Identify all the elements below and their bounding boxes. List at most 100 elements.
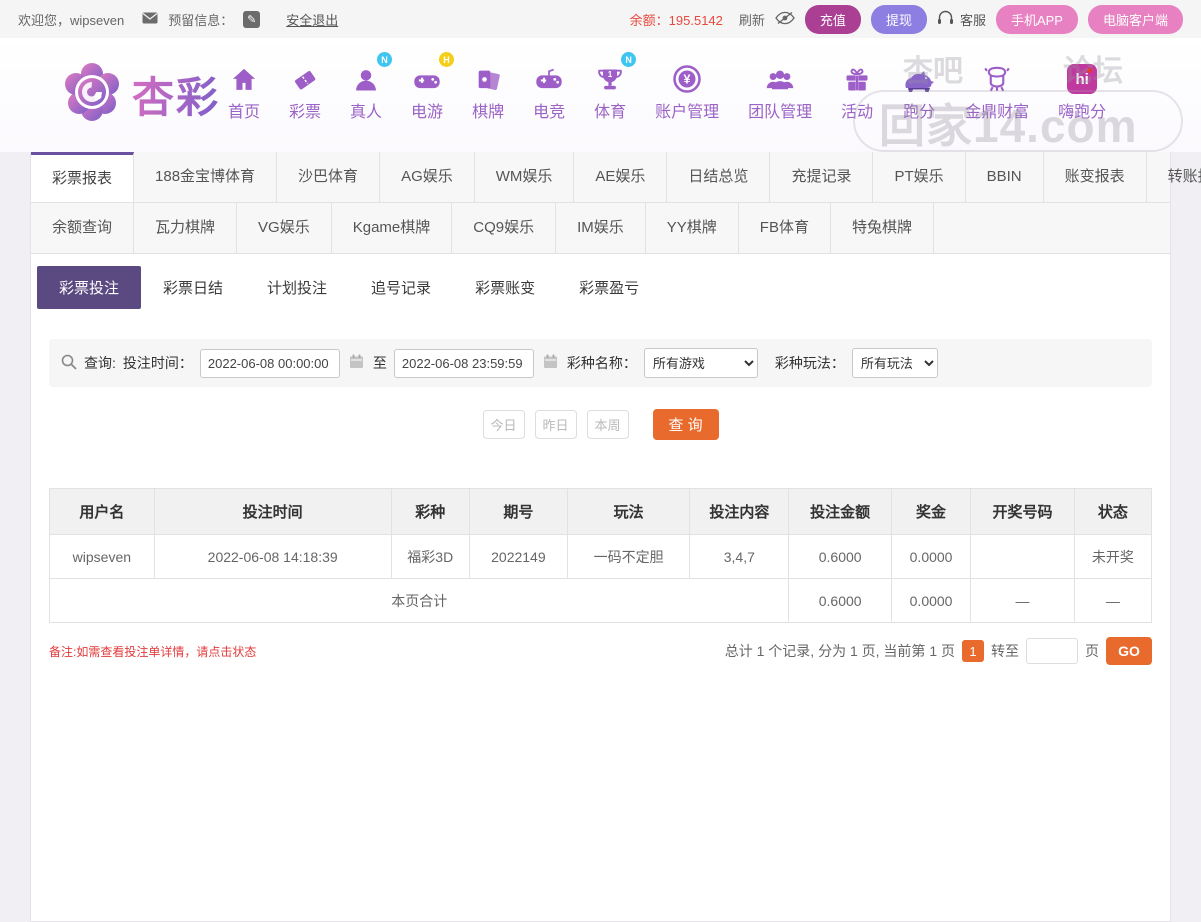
- subtab-lottery-pnl[interactable]: 彩票盈亏: [557, 266, 661, 309]
- cell-prize: 0.0000: [890, 534, 972, 579]
- balance-text: 余额：195.5142: [629, 12, 723, 28]
- subtab-chase-records[interactable]: 追号记录: [349, 266, 453, 309]
- pagination: 总计 1 个记录, 分为 1 页, 当前第 1 页 1 转至 页 GO: [725, 637, 1152, 665]
- cell-status-link[interactable]: 未开奖: [1073, 534, 1153, 579]
- summary-bet-total: 0.6000: [788, 578, 892, 623]
- tab-yy-chess[interactable]: YY棋牌: [646, 203, 739, 253]
- today-button[interactable]: 今日: [482, 410, 525, 439]
- tab-daily-summary[interactable]: 日结总览: [667, 152, 771, 202]
- tab-cq9-entertainment[interactable]: CQ9娱乐: [452, 203, 557, 253]
- cell-play: 一码不定胆: [566, 534, 691, 579]
- nav-lottery[interactable]: 彩票: [289, 56, 321, 122]
- reserved-info-label: 预留信息：: [168, 12, 234, 28]
- new-badge: N: [377, 52, 393, 67]
- table-footer-row: 备注:如需查看投注单详情，请点击状态 总计 1 个记录, 分为 1 页, 当前第…: [49, 637, 1152, 665]
- query-label: 查询:: [84, 355, 116, 371]
- go-button[interactable]: GO: [1106, 637, 1152, 665]
- tab-bbin[interactable]: BBIN: [966, 152, 1044, 202]
- lottery-name-select[interactable]: 所有游戏: [643, 348, 758, 378]
- nav-paofen[interactable]: 跑分: [902, 56, 936, 122]
- col-prize: 奖金: [890, 488, 972, 535]
- tab-account-change-report[interactable]: 账变报表: [1044, 152, 1147, 202]
- refresh-link[interactable]: 刷新: [739, 10, 765, 29]
- tab-pt-entertainment[interactable]: PT娱乐: [873, 152, 966, 202]
- tab-ag-entertainment[interactable]: AG娱乐: [380, 152, 475, 202]
- search-icon: [61, 354, 77, 373]
- tab-transfer-report[interactable]: 转账报表: [1147, 152, 1201, 202]
- nav-promos[interactable]: 活动: [841, 56, 873, 122]
- service-link[interactable]: 客服: [960, 10, 986, 29]
- cell-bet-amount: 0.6000: [788, 534, 892, 579]
- calendar-icon[interactable]: [349, 354, 364, 372]
- withdraw-button[interactable]: 提现: [870, 4, 927, 34]
- goto-page-input[interactable]: [1026, 638, 1078, 664]
- nav-hi-paofen[interactable]: hi 嗨跑分: [1058, 56, 1106, 122]
- home-icon: [230, 56, 258, 94]
- bets-table: 用户名 投注时间 彩种 期号 玩法 投注内容 投注金额 奖金 开奖号码 状态 w…: [48, 488, 1153, 623]
- pc-client-button[interactable]: 电脑客户端: [1087, 4, 1183, 34]
- tab-vg-entertainment[interactable]: VG娱乐: [237, 203, 332, 253]
- tab-balance-query[interactable]: 余额查询: [31, 203, 135, 253]
- site-logo[interactable]: 杏彩: [62, 62, 220, 127]
- trophy-icon: 1 N: [596, 52, 637, 94]
- subtab-lottery-daily[interactable]: 彩票日结: [141, 266, 245, 309]
- this-week-button[interactable]: 本周: [586, 410, 629, 439]
- play-select[interactable]: 所有玩法: [851, 348, 938, 378]
- headphones-icon[interactable]: [937, 10, 954, 28]
- logout-link[interactable]: 安全退出: [286, 10, 338, 29]
- summary-status-dash: —: [1073, 578, 1153, 623]
- subtab-lottery-bets[interactable]: 彩票投注: [37, 266, 142, 309]
- yesterday-button[interactable]: 昨日: [534, 410, 577, 439]
- time-to-input[interactable]: [393, 348, 534, 378]
- tab-kgame-chess[interactable]: Kgame棋牌: [332, 203, 453, 253]
- tab-fb-sports[interactable]: FB体育: [739, 203, 831, 253]
- tab-deposit-withdraw-records[interactable]: 充提记录: [770, 152, 874, 202]
- edit-icon[interactable]: ✎: [243, 10, 261, 28]
- topbar: 欢迎您，wipseven 预留信息： ✎ 安全退出 余额：195.5142 刷新…: [0, 0, 1201, 38]
- calendar-icon[interactable]: [543, 354, 558, 372]
- tab-188jbb-sports[interactable]: 188金宝博体育: [134, 152, 278, 202]
- envelope-icon[interactable]: [142, 12, 158, 27]
- nav-esports[interactable]: 电竞: [533, 56, 565, 122]
- tab-wali-chess[interactable]: 瓦力棋牌: [134, 203, 238, 253]
- rhino-icon: [902, 56, 936, 94]
- eye-slash-icon[interactable]: [775, 11, 795, 28]
- tab-shaba-sports[interactable]: 沙巴体育: [277, 152, 381, 202]
- new-badge: N: [621, 52, 637, 67]
- subtab-plan-bets[interactable]: 计划投注: [245, 266, 349, 309]
- filter-bar: 查询: 投注时间： 至 彩种名称： 所有游戏 彩种玩法： 所有玩法: [49, 339, 1152, 387]
- tab-tetu-chess[interactable]: 特兔棋牌: [831, 203, 934, 253]
- col-bet-amount: 投注金额: [788, 488, 892, 535]
- tab-ae-entertainment[interactable]: AE娱乐: [574, 152, 668, 202]
- summary-draw-dash: —: [970, 578, 1075, 623]
- nav-team-mgmt[interactable]: 团队管理: [748, 56, 812, 122]
- ticket-icon: [291, 56, 319, 94]
- report-tabs-row1: 彩票报表 188金宝博体育 沙巴体育 AG娱乐 WM娱乐 AE娱乐 日结总览 充…: [31, 152, 1201, 203]
- cell-username: wipseven: [49, 534, 155, 579]
- svg-text:¥: ¥: [684, 72, 691, 86]
- mobile-app-button[interactable]: 手机APP: [995, 4, 1078, 34]
- to-label: 至: [372, 355, 387, 371]
- goto-label: 转至: [991, 643, 1019, 659]
- tab-lottery-report[interactable]: 彩票报表: [31, 152, 135, 202]
- nav-account-mgmt[interactable]: ¥ 账户管理: [655, 56, 719, 122]
- cell-draw-number: [970, 534, 1075, 579]
- search-button[interactable]: 查 询: [652, 409, 719, 440]
- summary-row: 本页合计 0.6000 0.0000 — —: [48, 578, 1153, 623]
- tab-wm-entertainment[interactable]: WM娱乐: [475, 152, 575, 202]
- nav-home[interactable]: 首页: [228, 56, 260, 122]
- nav-live[interactable]: N 真人: [350, 52, 393, 122]
- nav-sports[interactable]: 1 N 体育: [594, 52, 637, 122]
- nav-jinding-wealth[interactable]: 金鼎财富: [965, 56, 1029, 122]
- gift-icon: [843, 56, 871, 94]
- time-from-input[interactable]: [199, 348, 340, 378]
- nav-egames[interactable]: H 电游: [411, 52, 455, 122]
- subtab-lottery-account-change[interactable]: 彩票账变: [453, 266, 557, 309]
- tab-im-entertainment[interactable]: IM娱乐: [556, 203, 646, 253]
- cell-issue: 2022149: [468, 534, 568, 579]
- summary-prize-total: 0.0000: [890, 578, 972, 623]
- welcome-text: 欢迎您，wipseven: [18, 12, 125, 28]
- recharge-button[interactable]: 充值: [804, 4, 861, 34]
- page-1-button[interactable]: 1: [962, 640, 984, 662]
- nav-chess[interactable]: 棋牌: [472, 56, 504, 122]
